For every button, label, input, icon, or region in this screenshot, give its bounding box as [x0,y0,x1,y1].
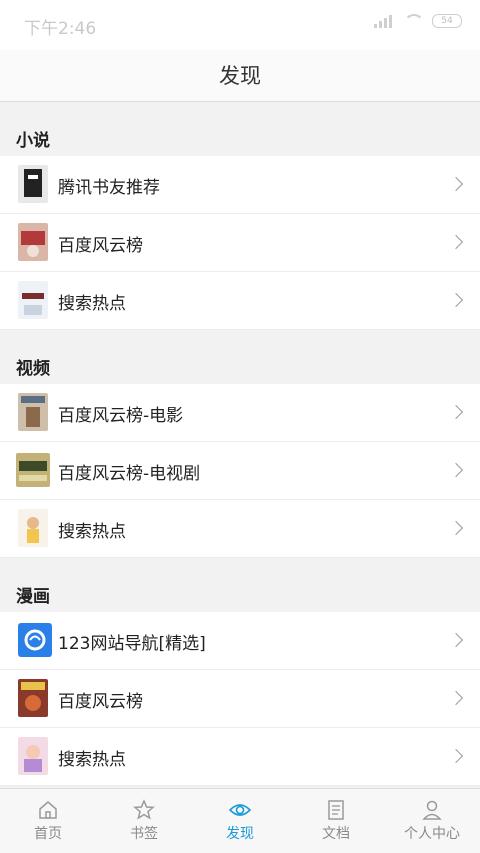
chevron-right-icon [448,176,464,192]
section-header-video: 视频 [0,330,480,384]
list-item-comic-123nav[interactable]: 123网站导航[精选] [0,612,480,670]
list-item-video-tv[interactable]: 百度风云榜-电视剧 [0,442,480,500]
navigation-bar: 发现 [0,50,480,102]
list-item-novel-baidu[interactable]: 百度风云榜 [0,214,480,272]
tab-bookmarks[interactable]: 书签 [96,789,192,853]
status-icons: 54 [374,14,462,28]
book-cover-thumbnail [18,281,48,319]
section-title: 视频 [16,359,50,379]
chevron-right-icon [448,462,464,478]
tab-label: 文档 [322,826,350,842]
list-item-label: 搜索热点 [58,522,126,542]
list-item-novel-tencent[interactable]: 腾讯书友推荐 [0,156,480,214]
list-item-label: 123网站导航[精选] [58,634,206,654]
wifi-icon [402,14,424,28]
chevron-right-icon [448,234,464,250]
tab-label: 书签 [130,826,158,842]
page-title: 发现 [219,64,261,88]
list-item-label: 搜索热点 [58,294,126,314]
book-cover-thumbnail [18,165,48,203]
book-cover-thumbnail [18,223,48,261]
tab-discover[interactable]: 发现 [192,789,288,853]
chevron-right-icon [448,632,464,648]
home-icon [39,801,57,819]
chevron-right-icon [448,520,464,536]
list-item-comic-search[interactable]: 搜索热点 [0,728,480,786]
site-logo-icon [18,623,52,657]
tab-profile[interactable]: 个人中心 [384,789,480,853]
list-item-comic-baidu[interactable]: 百度风云榜 [0,670,480,728]
comic-cover-thumbnail [18,679,48,717]
chevron-right-icon [448,292,464,308]
battery-icon: 54 [432,14,462,28]
chevron-right-icon [448,690,464,706]
signal-icon [374,14,392,28]
tab-label: 首页 [34,826,62,842]
list-item-label: 腾讯书友推荐 [58,178,160,198]
section-header-novel: 小说 [0,102,480,156]
section-title: 漫画 [16,587,50,607]
bottom-tab-bar: 首页 书签 发现 文档 个人中心 [0,788,480,853]
video-poster-thumbnail [18,509,48,547]
comic-cover-thumbnail [18,737,48,775]
tab-documents[interactable]: 文档 [288,789,384,853]
list-item-label: 搜索热点 [58,750,126,770]
list-item-video-search[interactable]: 搜索热点 [0,500,480,558]
chevron-right-icon [448,748,464,764]
section-header-comic: 漫画 [0,558,480,612]
list-item-label: 百度风云榜 [58,236,143,256]
status-bar: 下午2:46 54 [0,0,480,50]
list-item-label: 百度风云榜-电影 [58,406,184,426]
list-item-label: 百度风云榜-电视剧 [58,464,201,484]
status-time: 下午2:46 [24,19,97,39]
list-item-novel-search[interactable]: 搜索热点 [0,272,480,330]
movie-poster-thumbnail [18,393,48,431]
tab-label: 个人中心 [404,826,460,842]
tv-poster-thumbnail [16,453,50,487]
tab-home[interactable]: 首页 [0,789,96,853]
tab-label: 发现 [226,826,254,842]
section-title: 小说 [16,131,50,151]
user-icon [422,800,442,820]
list-item-label: 百度风云榜 [58,692,143,712]
document-icon [328,800,344,820]
list-item-video-movie[interactable]: 百度风云榜-电影 [0,384,480,442]
chevron-right-icon [448,404,464,420]
eye-icon [229,804,251,816]
star-icon [133,799,155,820]
